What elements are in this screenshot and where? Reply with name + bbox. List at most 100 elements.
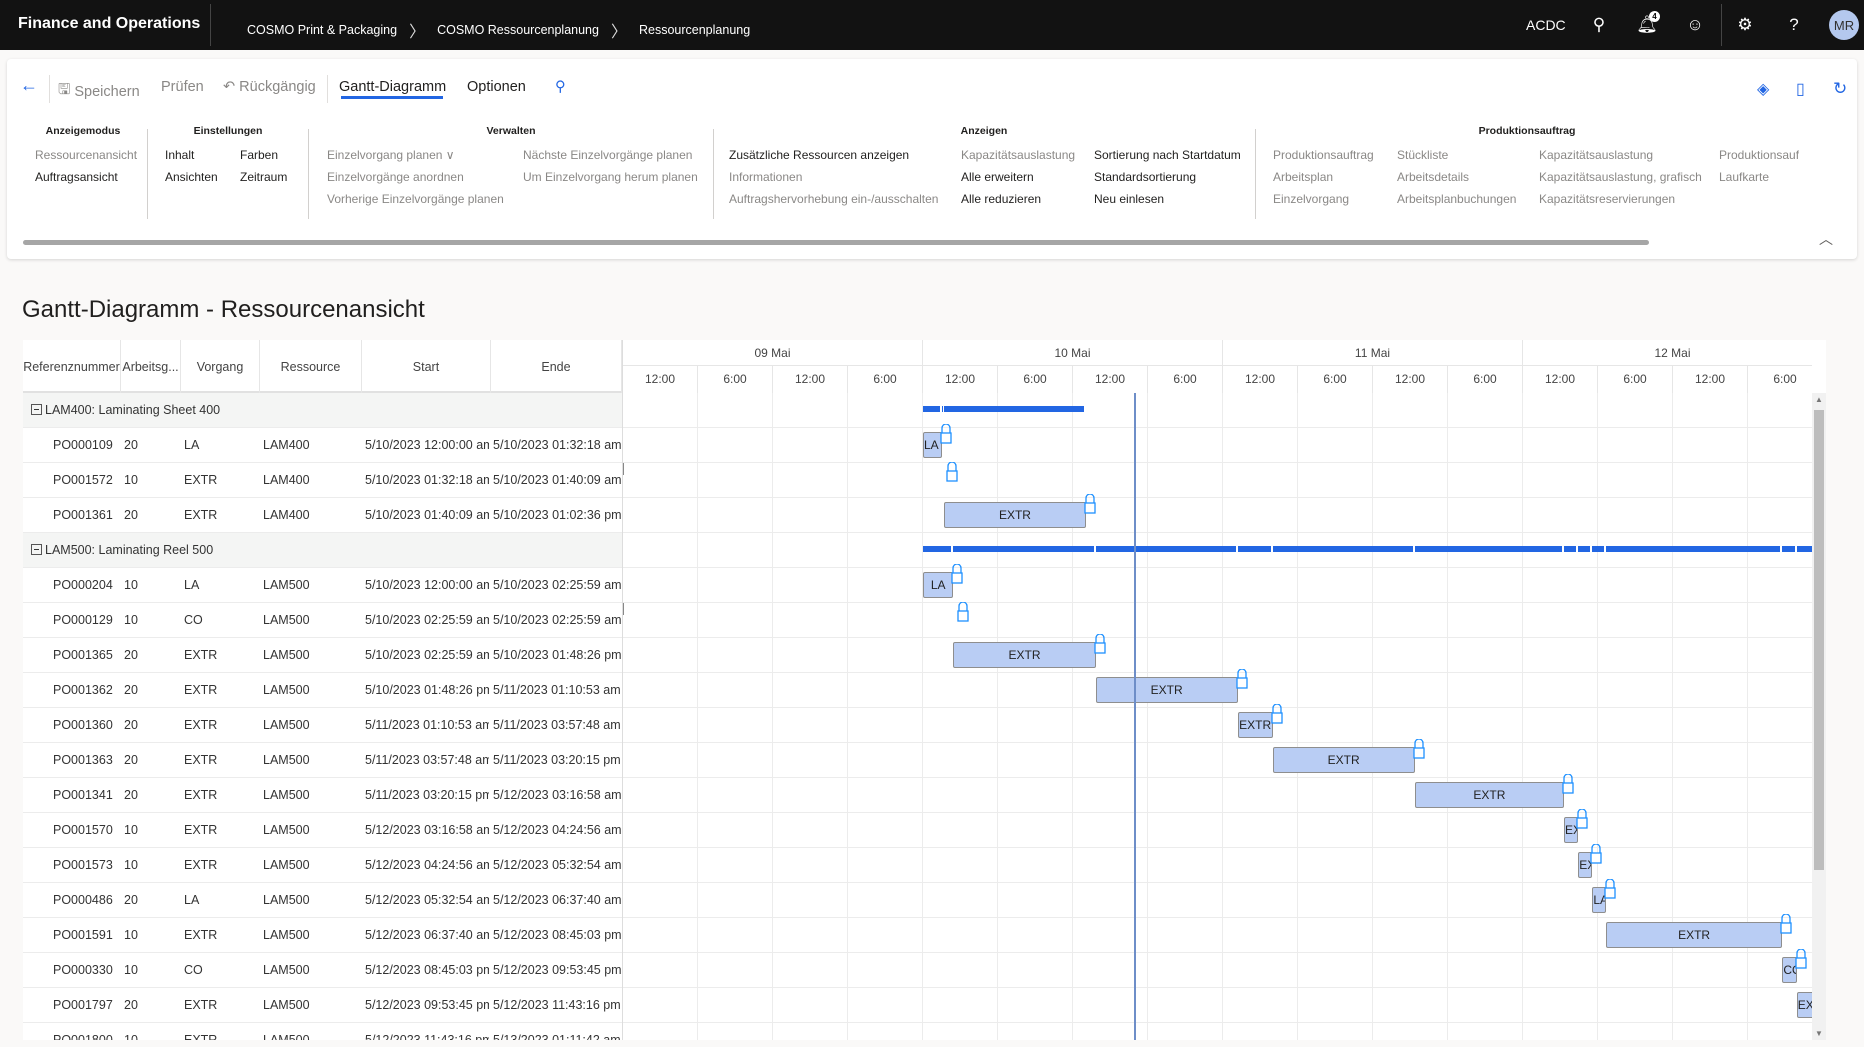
ribbon-button[interactable]: Vorherige Einzelvorgänge planen (327, 192, 504, 206)
help-icon[interactable]: ? (1783, 14, 1805, 36)
ribbon-button[interactable]: Neu einlesen (1094, 192, 1164, 206)
ribbon-button[interactable]: Laufkarte (1719, 170, 1799, 184)
table-row[interactable]: PO000204 10 LA LAM500 5/10/2023 12:00:00 am 5… (23, 568, 622, 603)
table-row[interactable]: PO001800 10 EXTR LAM500 5/12/2023 11:43:16 p… (23, 1023, 622, 1040)
gantt-bar[interactable]: EXTR (953, 642, 1096, 668)
ribbon-button[interactable]: Produktionsauftrag (1273, 148, 1374, 162)
lock-icon[interactable] (1780, 913, 1793, 934)
ribbon-button[interactable]: Kapazitätsauslastung (1539, 148, 1653, 162)
collapse-icon[interactable] (31, 544, 42, 555)
column-header[interactable]: Start (362, 340, 491, 393)
ribbon-button[interactable]: Ansichten (165, 170, 218, 184)
table-row[interactable]: PO000330 10 CO LAM500 5/12/2023 08:45:03 pm 5… (23, 953, 622, 988)
lock-icon[interactable] (1590, 843, 1602, 864)
ribbon-button[interactable]: Informationen (729, 170, 802, 184)
gantt-bar[interactable]: EXTR (1095, 677, 1238, 703)
table-row[interactable]: PO001341 20 EXTR LAM500 5/11/2023 03:20:15 p… (23, 778, 622, 813)
back-arrow-icon[interactable]: ← (20, 75, 38, 96)
ribbon-button[interactable]: Arbeitsplanbuchungen (1397, 192, 1516, 206)
scrollbar-thumb[interactable] (1814, 410, 1824, 870)
column-header[interactable]: Ressource (260, 340, 362, 393)
search-icon[interactable]: ⚲ (1588, 14, 1610, 36)
table-row[interactable]: PO001797 20 EXTR LAM500 5/12/2023 09:53:45 p… (23, 988, 622, 1023)
search-icon[interactable]: ⚲ (555, 79, 566, 95)
horizontal-scrollbar[interactable] (23, 240, 1649, 245)
tab-gantt-diagramm[interactable]: Gantt-Diagramm (339, 79, 446, 95)
company-picker[interactable]: ACDC (1526, 0, 1566, 50)
ribbon-button[interactable]: Standardsortierung (1094, 170, 1196, 184)
gantt-bar[interactable]: EXTR (1605, 922, 1783, 948)
breadcrumb-item[interactable]: COSMO Ressourcenplanung (437, 23, 599, 37)
ribbon-button[interactable]: Auftragsansicht (35, 170, 118, 184)
table-row[interactable]: PO000129 10 CO LAM500 5/10/2023 02:25:59 am 5… (23, 603, 622, 638)
gantt-bar[interactable]: EXTR (1414, 782, 1565, 808)
table-row[interactable]: PO001591 10 EXTR LAM500 5/12/2023 06:37:40 a… (23, 918, 622, 953)
diamond-icon[interactable]: ◈ (1757, 79, 1769, 99)
ribbon-button[interactable]: Nächste Einzelvorgänge planen (523, 148, 692, 162)
lock-icon[interactable] (1084, 493, 1096, 514)
table-row[interactable]: PO001570 10 EXTR LAM500 5/12/2023 03:16:58 a… (23, 813, 622, 848)
check-button[interactable]: Prüfen (161, 79, 204, 95)
ribbon-button[interactable]: Stückliste (1397, 148, 1448, 162)
office-icon[interactable]: ▯ (1796, 79, 1805, 99)
vertical-scrollbar[interactable]: ▲ ▼ (1812, 393, 1826, 1040)
column-header[interactable]: Vorgang (181, 340, 260, 393)
table-row[interactable]: PO001572 10 EXTR LAM400 5/10/2023 01:32:18 a… (23, 463, 622, 498)
ribbon-button[interactable]: Alle erweitern (961, 170, 1034, 184)
tab-optionen[interactable]: Optionen (467, 79, 526, 95)
ribbon-button[interactable]: Zeitraum (240, 170, 287, 184)
lock-icon[interactable] (1795, 948, 1807, 969)
lock-icon[interactable] (1270, 703, 1283, 724)
table-row[interactable]: PO001573 10 EXTR LAM500 5/12/2023 04:24:56 a… (23, 848, 622, 883)
ribbon-button[interactable]: Auftragshervorhebung ein-/ausschalten (729, 192, 938, 206)
table-row[interactable]: PO001363 20 EXTR LAM500 5/11/2023 03:57:48 a… (23, 743, 622, 778)
smiley-icon[interactable]: ☺ (1684, 14, 1706, 36)
scroll-up-icon[interactable]: ▲ (1815, 395, 1823, 404)
lock-icon[interactable] (1413, 738, 1425, 759)
group-row[interactable]: LAM400: Laminating Sheet 400 (23, 393, 622, 428)
table-row[interactable]: PO000486 20 LA LAM500 5/12/2023 05:32:54 am 5… (23, 883, 622, 918)
avatar[interactable]: MR (1829, 10, 1859, 40)
ribbon-button[interactable]: Alle reduzieren (961, 192, 1041, 206)
ribbon-button[interactable]: Farben (240, 148, 278, 162)
ribbon-button[interactable]: Kapazitätsreservierungen (1539, 192, 1675, 206)
ribbon-button[interactable]: Arbeitsdetails (1397, 170, 1469, 184)
ribbon-button[interactable]: Arbeitsplan (1273, 170, 1333, 184)
group-row[interactable]: LAM500: Laminating Reel 500 (23, 533, 622, 568)
lock-icon[interactable] (1093, 633, 1106, 654)
column-header[interactable]: Ende (491, 340, 622, 393)
gantt-bar[interactable]: EXTR (1272, 747, 1415, 773)
save-button[interactable]: 🖫 Speichern (58, 79, 140, 104)
gantt-bar[interactable]: LA (923, 572, 954, 598)
gantt-bar[interactable]: EXTR (943, 502, 1087, 528)
lock-icon[interactable] (1604, 878, 1616, 899)
collapse-icon[interactable] (31, 404, 42, 415)
lock-icon[interactable] (1236, 668, 1248, 689)
lock-icon[interactable] (1562, 773, 1574, 794)
scroll-down-icon[interactable]: ▼ (1815, 1029, 1823, 1038)
lock-icon[interactable] (946, 461, 958, 482)
ribbon-button[interactable]: Inhalt (165, 148, 194, 162)
table-row[interactable]: PO001361 20 EXTR LAM400 5/10/2023 01:40:09 a… (23, 498, 622, 533)
table-row[interactable]: PO000109 20 LA LAM400 5/10/2023 12:00:00 am 5… (23, 428, 622, 463)
bell-icon[interactable]: 🔔︎ 4 (1636, 11, 1660, 36)
ribbon-button[interactable]: Produktionsauftr (1719, 148, 1799, 162)
breadcrumb-item[interactable]: COSMO Print & Packaging (247, 23, 397, 37)
app-title[interactable]: Finance and Operations (18, 15, 200, 33)
ribbon-button[interactable]: Einzelvorgang (1273, 192, 1349, 206)
column-header[interactable]: Arbeitsg... (121, 340, 181, 393)
chevron-up-icon[interactable]: ︿ (1819, 229, 1833, 249)
table-row[interactable]: PO001360 20 EXTR LAM500 5/11/2023 01:10:53 a… (23, 708, 622, 743)
gantt-bar[interactable]: EXTR (1237, 712, 1273, 738)
column-header[interactable]: Referenznummer (23, 340, 121, 393)
gantt-bar[interactable]: EXTR (1796, 992, 1812, 1018)
gear-icon[interactable]: ⚙ (1734, 14, 1756, 36)
ribbon-button[interactable]: Um Einzelvorgang herum planen (523, 170, 698, 184)
table-row[interactable]: PO001365 20 EXTR LAM500 5/10/2023 02:25:59 a… (23, 638, 622, 673)
ribbon-button[interactable]: Sortierung nach Startdatum (1094, 148, 1241, 162)
table-row[interactable]: PO001362 20 EXTR LAM500 5/10/2023 01:48:26 p… (23, 673, 622, 708)
ribbon-button[interactable]: Kapazitätsauslastung, grafisch (1539, 170, 1702, 184)
lock-icon[interactable] (951, 563, 964, 584)
ribbon-button[interactable]: Kapazitätsauslastung (961, 148, 1075, 162)
refresh-icon[interactable]: ↻ (1833, 79, 1847, 99)
